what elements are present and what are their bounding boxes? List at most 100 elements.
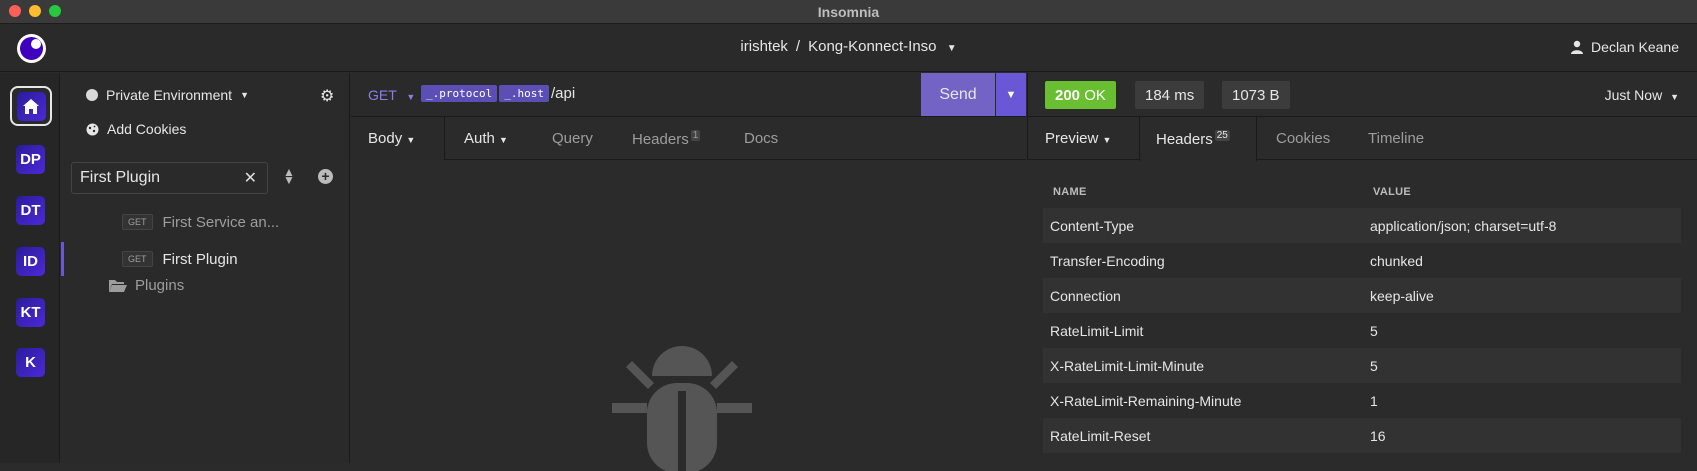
sidebar-request-first-plugin[interactable]: GET First Plugin: [61, 242, 349, 276]
method-badge: GET: [122, 214, 153, 230]
response-headers-count-badge: 25: [1214, 130, 1230, 141]
table-row: X-RateLimit-Limit-Minute 5: [1043, 348, 1681, 383]
tab-preview-label: Preview: [1045, 130, 1099, 147]
table-row: X-RateLimit-Remaining-Minute 1: [1043, 383, 1681, 418]
tab-auth[interactable]: Auth ▼: [464, 130, 508, 147]
sidebar-folder-plugins[interactable]: Plugins: [109, 277, 184, 294]
tab-cookies[interactable]: Cookies: [1276, 130, 1330, 147]
column-name-header: NAME: [1053, 186, 1087, 198]
table-row: Transfer-Encoding chunked: [1043, 243, 1681, 278]
workspace-dp[interactable]: DP: [16, 145, 45, 174]
breadcrumb-org[interactable]: irishtek: [740, 38, 788, 55]
chevron-down-icon: ▼: [499, 135, 508, 145]
environment-label: Private Environment: [106, 87, 233, 103]
close-window-button[interactable]: [9, 5, 21, 17]
workspace-kt[interactable]: KT: [16, 298, 45, 327]
response-time-badge: 184 ms: [1135, 81, 1205, 109]
window-titlebar: Insomnia: [0, 0, 1697, 24]
breadcrumb: irishtek / Kong-Konnect-Inso ▼: [0, 38, 1697, 55]
window-controls: [9, 5, 61, 17]
method-badge: GET: [122, 251, 153, 267]
header-value: 16: [1370, 427, 1386, 444]
chevron-down-icon: ▼: [240, 90, 249, 100]
chevron-down-icon[interactable]: ▼: [947, 43, 957, 54]
breadcrumb-project[interactable]: Kong-Konnect-Inso: [808, 38, 936, 55]
header-name: Content-Type: [1050, 217, 1135, 234]
tab-preview[interactable]: Preview ▼: [1045, 130, 1111, 147]
response-tabs: Preview ▼ Headers 25 Cookies Timeline: [1027, 117, 1697, 161]
tab-auth-label: Auth: [464, 130, 495, 147]
home-button[interactable]: [10, 86, 52, 126]
table-row: RateLimit-Limit 5: [1043, 313, 1681, 348]
template-tag-protocol[interactable]: _.protocol: [421, 85, 498, 102]
tab-response-headers-label: Headers: [1156, 131, 1213, 148]
sidebar: Private Environment ▼ ⚙ Add Cookies Firs…: [61, 73, 350, 463]
user-name: Declan Keane: [1591, 39, 1679, 55]
response-status-bar: 200 OK 184 ms 1073 B Just Now ▼: [1027, 73, 1697, 117]
environment-color-icon: [86, 89, 98, 101]
tab-response-headers[interactable]: Headers 25: [1156, 130, 1230, 148]
chevron-down-icon: ▼: [1005, 88, 1017, 101]
tab-query[interactable]: Query: [552, 130, 593, 147]
folder-open-icon: [109, 279, 127, 292]
environment-selector[interactable]: Private Environment ▼: [86, 87, 249, 103]
table-row: Content-Type application/json; charset=ut…: [1043, 208, 1681, 243]
table-row: RateLimit-Reset 16: [1043, 418, 1681, 453]
header-value: 5: [1370, 357, 1378, 374]
request-name: First Plugin: [162, 250, 238, 268]
headers-count-badge: 1: [690, 130, 701, 141]
status-text: OK: [1084, 86, 1106, 104]
response-size-badge: 1073 B: [1222, 81, 1290, 109]
header-name: RateLimit-Limit: [1050, 322, 1144, 339]
chevron-down-icon: ▼: [406, 92, 416, 102]
send-options-dropdown[interactable]: ▼: [996, 73, 1026, 116]
method-label: GET: [368, 87, 397, 103]
folder-name: Plugins: [135, 277, 185, 294]
header-value: 1: [1370, 392, 1378, 409]
window-title: Insomnia: [817, 3, 880, 20]
tab-body[interactable]: Body ▼: [368, 130, 415, 147]
minimize-window-button[interactable]: [29, 5, 41, 17]
workspace-id[interactable]: ID: [16, 247, 45, 276]
tab-body-label: Body: [368, 130, 403, 147]
response-history-dropdown[interactable]: Just Now ▼: [1605, 87, 1679, 103]
request-filter-input[interactable]: First Plugin ✕: [71, 162, 268, 194]
response-headers-table: NAME VALUE Content-Type application/json;…: [1043, 186, 1681, 453]
chevron-down-icon: ▼: [406, 135, 416, 145]
request-name: First Service an...: [162, 213, 280, 231]
tab-docs[interactable]: Docs: [744, 130, 778, 147]
sort-icon[interactable]: ▲ ▼: [283, 166, 295, 186]
workspace-dt[interactable]: DT: [16, 196, 45, 225]
header-name: RateLimit-Reset: [1050, 427, 1151, 444]
status-badge: 200 OK: [1045, 81, 1116, 109]
zoom-window-button[interactable]: [49, 5, 61, 17]
filter-value: First Plugin: [80, 169, 161, 186]
add-cookies-button[interactable]: Add Cookies: [86, 121, 186, 137]
header-name: X-RateLimit-Remaining-Minute: [1050, 392, 1242, 409]
app-header: irishtek / Kong-Konnect-Inso ▼ Declan Kean…: [0, 24, 1697, 72]
sidebar-request-first-service[interactable]: GET First Service an...: [61, 205, 349, 239]
url-input[interactable]: _.protocol _.host /api: [421, 85, 575, 102]
template-tag-host[interactable]: _.host: [499, 85, 549, 102]
user-icon: [1571, 40, 1584, 54]
workspace-rail: DP DT ID KT K: [0, 73, 60, 463]
response-history-label: Just Now: [1604, 87, 1663, 103]
table-header: NAME VALUE: [1043, 186, 1681, 208]
clear-filter-icon[interactable]: ✕: [244, 168, 257, 188]
tab-headers[interactable]: Headers 1: [632, 130, 701, 148]
chevron-down-icon: ▼: [1670, 92, 1679, 102]
home-icon: [23, 98, 39, 114]
user-menu[interactable]: Declan Keane: [1571, 39, 1679, 55]
url-path: /api: [550, 85, 576, 102]
gear-icon[interactable]: ⚙: [320, 86, 334, 106]
cookie-icon: [86, 123, 99, 135]
send-button[interactable]: Send: [921, 73, 995, 116]
header-name: Transfer-Encoding: [1050, 252, 1165, 269]
tab-timeline[interactable]: Timeline: [1368, 130, 1424, 147]
url-bar: GET ▼ _.protocol _.host /api Send ▼: [351, 73, 1026, 117]
workspace-k[interactable]: K: [16, 348, 45, 377]
header-name: X-RateLimit-Limit-Minute: [1050, 357, 1205, 374]
add-request-icon[interactable]: +: [318, 169, 333, 184]
header-name: Connection: [1050, 287, 1121, 304]
method-dropdown[interactable]: GET ▼: [368, 87, 415, 103]
